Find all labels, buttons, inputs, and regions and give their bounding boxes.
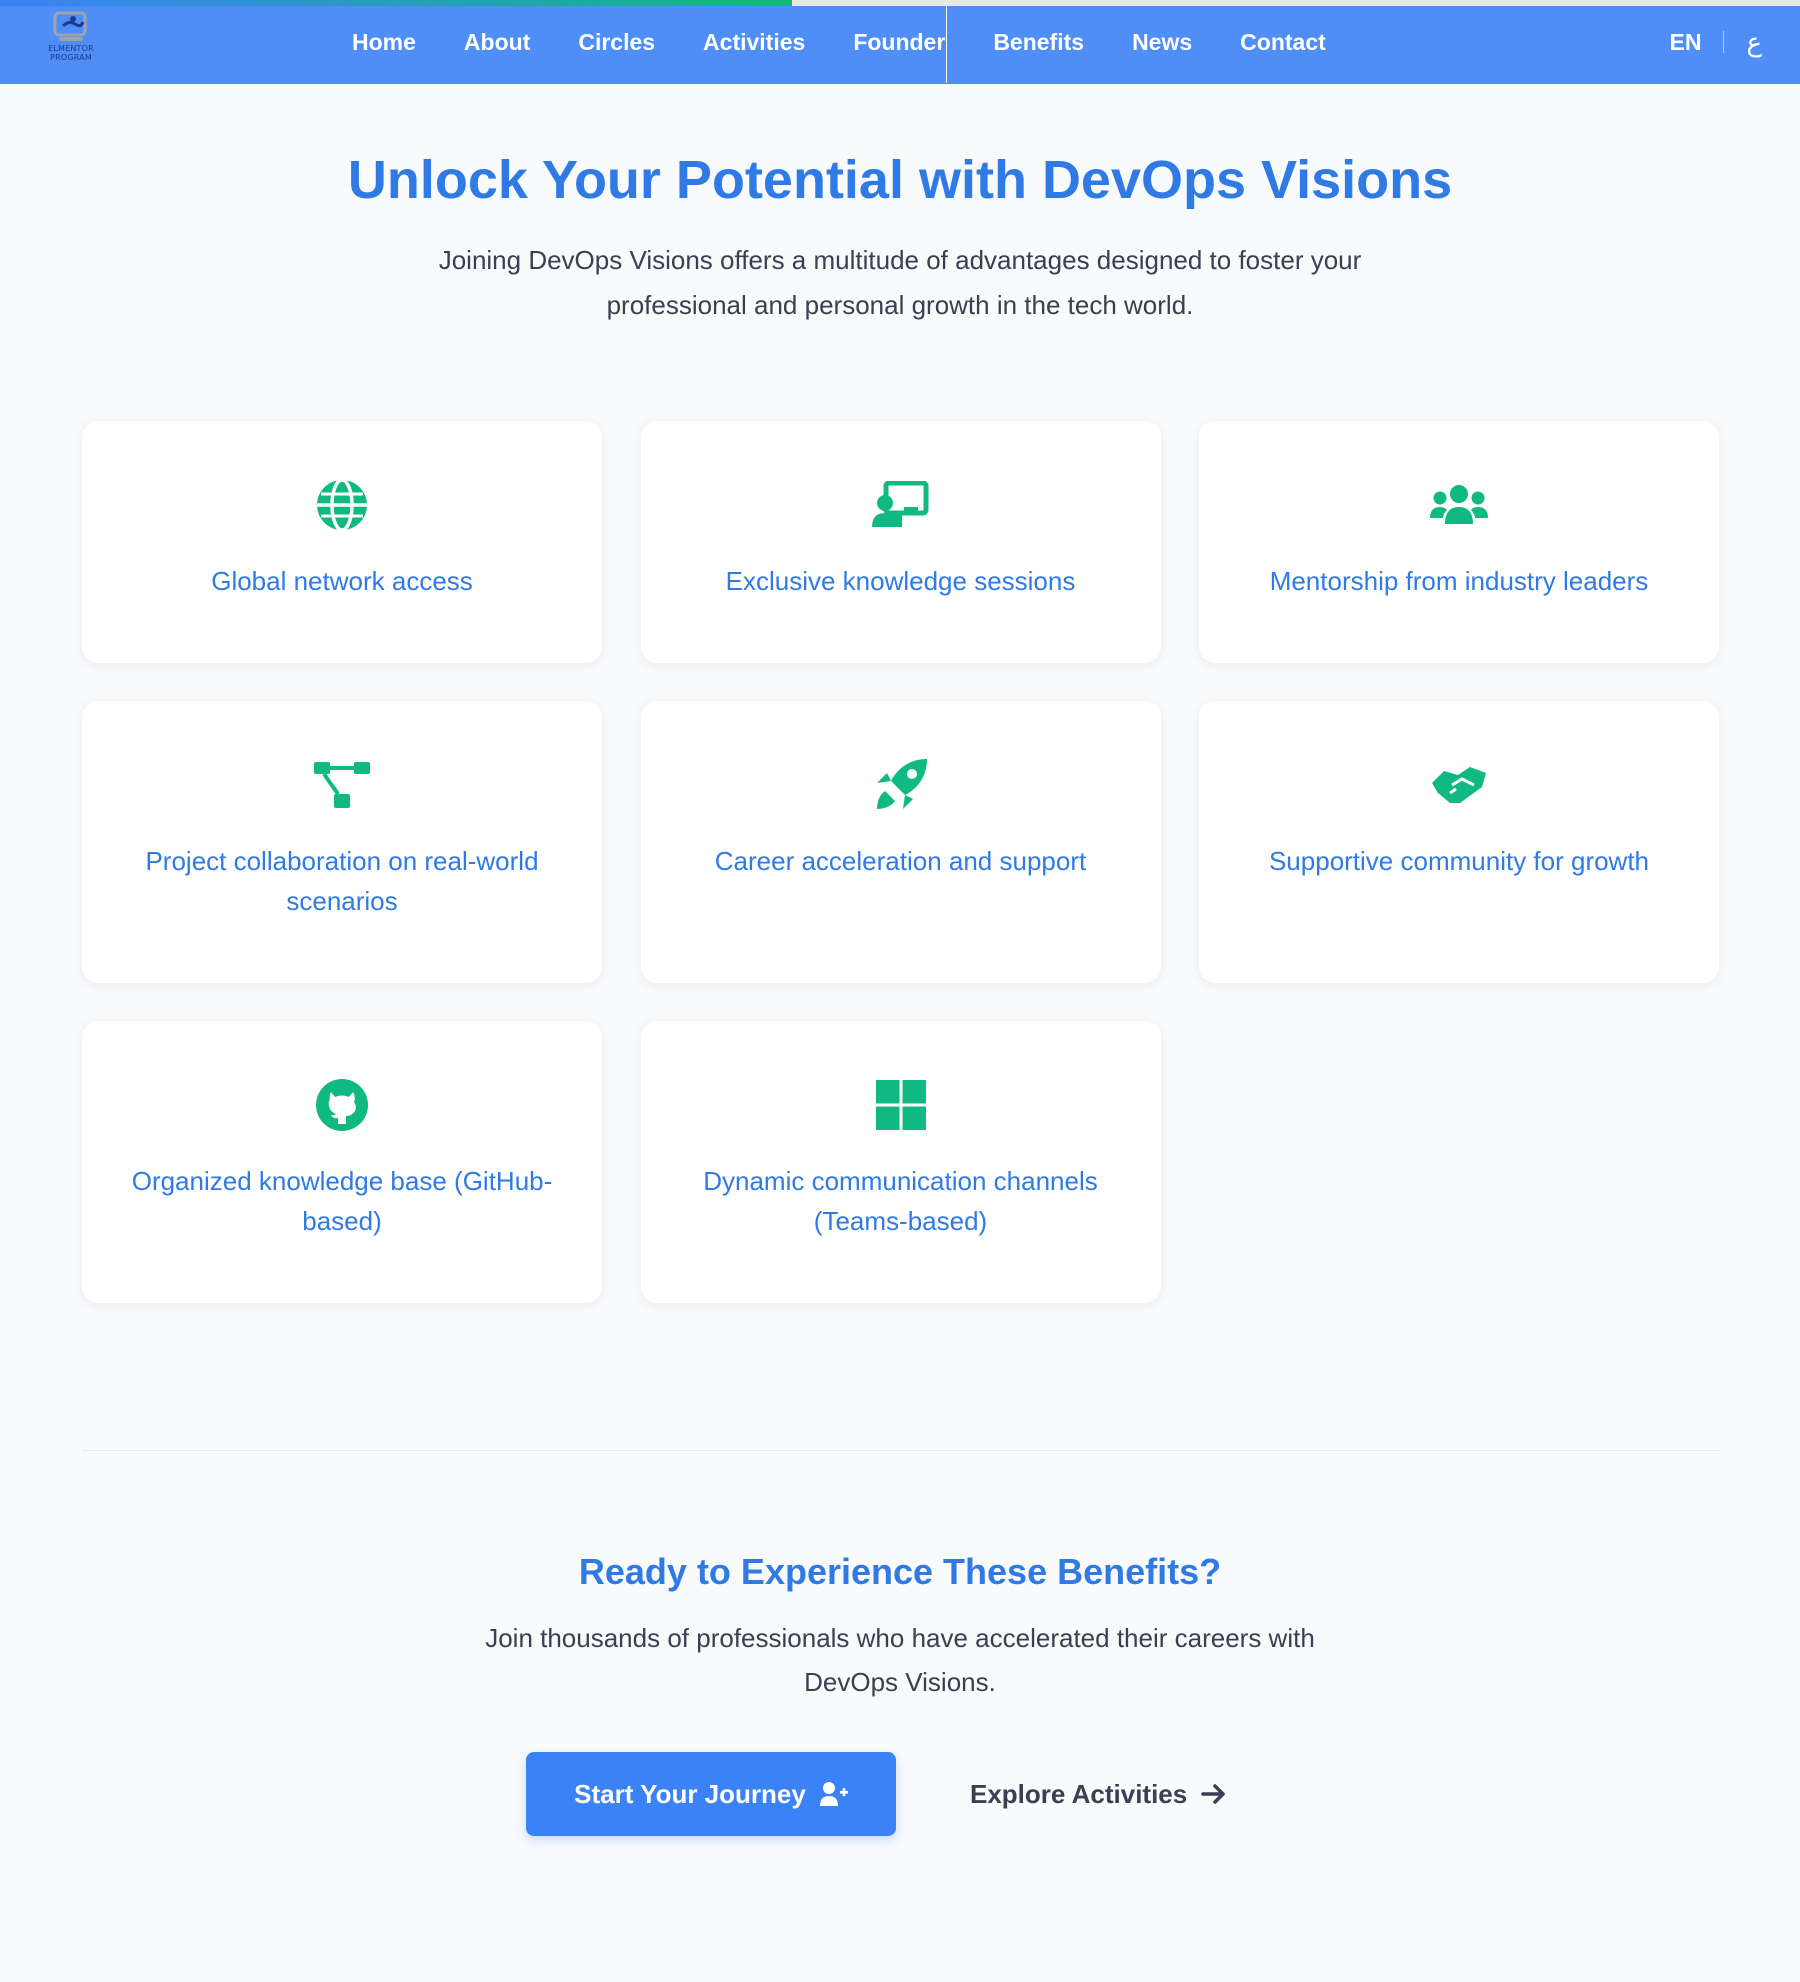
nav-link-contact[interactable]: Contact [1240, 29, 1326, 56]
cta-text: Join thousands of professionals who have… [485, 1623, 1315, 1697]
nav-link-home[interactable]: Home [352, 29, 416, 56]
nav-link-founder[interactable]: Founder [853, 0, 948, 83]
benefit-card-career-acceleration: Career acceleration and support [640, 701, 1161, 983]
start-journey-button[interactable]: Start Your Journey [526, 1752, 896, 1836]
benefit-title: Dynamic communication channels (Teams-ba… [703, 1166, 1098, 1236]
scroll-progress-bar [0, 0, 1800, 6]
benefit-card-knowledge-sessions: Exclusive knowledge sessions [640, 421, 1161, 663]
benefit-card-global-network: Global network access [82, 421, 602, 663]
users-icon [1199, 475, 1719, 535]
lang-separator [1723, 31, 1725, 53]
scroll-progress-fill [0, 0, 792, 6]
benefit-title: Global network access [211, 566, 473, 596]
globe-icon [82, 475, 602, 535]
cta-section: Ready to Experience These Benefits? Join… [0, 1546, 1800, 1704]
nav-link-news[interactable]: News [1132, 29, 1192, 56]
nav-link-circles[interactable]: Circles [578, 29, 655, 56]
benefit-card-communication-channels: Dynamic communication channels (Teams-ba… [640, 1021, 1161, 1303]
section-divider [82, 1450, 1719, 1451]
benefit-card-mentorship: Mentorship from industry leaders [1199, 421, 1719, 663]
page-subtitle: Joining DevOps Visions offers a multitud… [438, 245, 1362, 320]
page-title: Unlock Your Potential with DevOps Vision… [347, 150, 1453, 210]
top-navbar: ELMENTOR PROGRAM Home About Circles Acti… [0, 0, 1800, 84]
language-switcher: EN ع [1670, 0, 1762, 84]
hero-section: Unlock Your Potential with DevOps Vision… [0, 140, 1800, 328]
github-icon [82, 1075, 602, 1135]
project-diagram-icon [82, 755, 602, 815]
windows-icon [641, 1075, 1161, 1135]
logo[interactable]: ELMENTOR PROGRAM [38, 10, 104, 74]
nav-link-activities[interactable]: Activities [703, 29, 805, 56]
benefit-title: Supportive community for growth [1268, 846, 1650, 876]
nav-links: Home About Circles Activities Founder Be… [352, 0, 1326, 84]
cta-buttons: Start Your Journey Explore Activities [526, 1752, 1227, 1836]
benefit-card-supportive-community: Supportive community for growth [1199, 701, 1719, 983]
benefit-card-knowledge-base: Organized knowledge base (GitHub-based) [82, 1021, 602, 1303]
start-journey-label: Start Your Journey [574, 1778, 806, 1809]
user-plus-icon [819, 1782, 848, 1806]
benefit-title: Exclusive knowledge sessions [725, 566, 1076, 596]
benefit-card-project-collaboration: Project collaboration on real-world scen… [82, 701, 602, 983]
explore-activities-label: Explore Activities [970, 1778, 1188, 1809]
benefit-title: Career acceleration and support [714, 846, 1087, 876]
arrow-right-icon [1201, 1784, 1225, 1804]
benefit-title: Project collaboration on real-world scen… [145, 846, 539, 916]
nav-link-about[interactable]: About [464, 29, 530, 56]
benefit-title: Organized knowledge base (GitHub-based) [131, 1166, 553, 1236]
lang-en-button[interactable]: EN [1670, 29, 1702, 56]
logo-icon [53, 11, 87, 41]
benefit-title: Mentorship from industry leaders [1269, 566, 1649, 596]
lang-ar-button[interactable]: ع [1746, 27, 1762, 58]
nav-link-benefits[interactable]: Benefits [993, 29, 1084, 56]
handshake-icon [1199, 755, 1719, 815]
logo-text-line1: ELMENTOR [48, 44, 94, 53]
logo-text-line2: PROGRAM [50, 53, 92, 62]
chalkboard-teacher-icon [641, 475, 1161, 535]
cta-title: Ready to Experience These Benefits? [578, 1551, 1222, 1592]
benefits-grid: Global network access Exclusive knowledg… [82, 421, 1719, 1303]
rocket-icon [641, 755, 1161, 815]
explore-activities-link[interactable]: Explore Activities [970, 1779, 1227, 1810]
